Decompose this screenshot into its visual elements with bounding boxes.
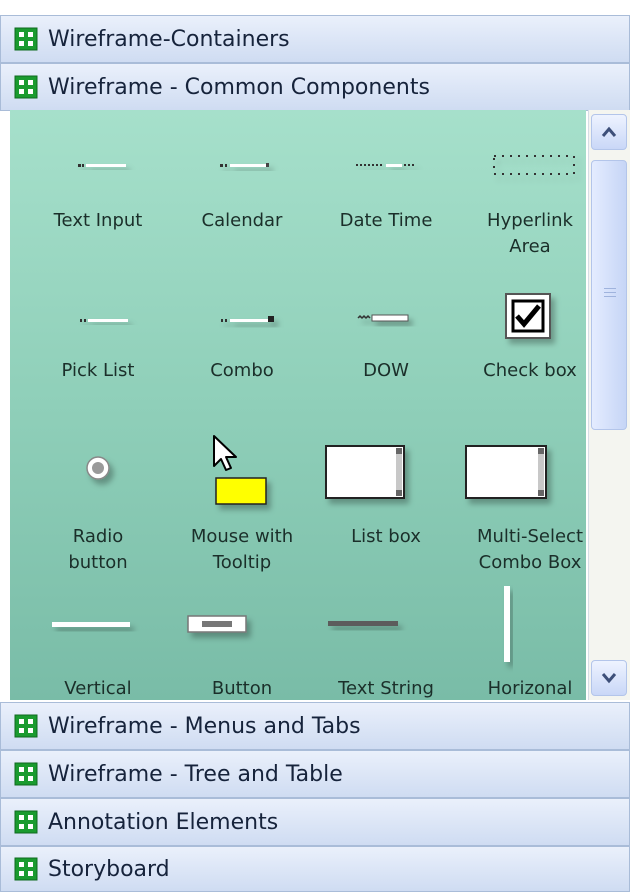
section-label: Wireframe-Containers <box>48 26 290 52</box>
stencil-grid-icon <box>14 857 38 881</box>
stencil-grid-icon <box>14 762 38 786</box>
multi-select-combo-icon <box>465 445 547 499</box>
section-label: Annotation Elements <box>48 809 279 835</box>
shape-label: Button <box>211 678 273 699</box>
shape-vertical[interactable]: Vertical <box>26 580 170 700</box>
shape-label: Text String <box>338 678 434 699</box>
scroll-down-button[interactable] <box>591 660 627 696</box>
shape-label: Hyperlink Area <box>487 210 573 257</box>
shape-label: List box <box>351 526 421 547</box>
chevron-up-icon <box>601 126 617 137</box>
shape-multi-select-combo-box[interactable]: Multi-Select Combo Box <box>458 426 586 586</box>
horizontal-line-icon <box>504 586 510 662</box>
section-wireframe-menus-and-tabs[interactable]: Wireframe - Menus and Tabs <box>0 702 630 750</box>
section-wireframe-common-components[interactable]: Wireframe - Common Components <box>0 63 630 111</box>
shape-label: Calendar <box>201 210 283 231</box>
button-icon <box>187 615 247 633</box>
scroll-up-button[interactable] <box>591 114 627 150</box>
shape-label: Pick List <box>61 360 135 381</box>
vertical-line-icon <box>52 622 130 627</box>
shape-list-box[interactable]: List box <box>314 426 458 586</box>
shape-label: Horizonal <box>487 678 573 699</box>
shape-label: Radio button <box>68 526 128 573</box>
shape-pick-list[interactable]: Pick List <box>26 278 170 438</box>
section-label: Wireframe - Common Components <box>48 74 430 100</box>
shape-label: Mouse with Tooltip <box>190 526 294 573</box>
shape-horizonal[interactable]: Horizonal <box>458 580 586 700</box>
section-label: Wireframe - Menus and Tabs <box>48 713 361 739</box>
stencil-grid-icon <box>14 27 38 51</box>
shape-label: Date Time <box>339 210 433 231</box>
vertical-scrollbar[interactable] <box>588 110 630 700</box>
shape-text-string[interactable]: Text String <box>314 580 458 700</box>
shape-text-input[interactable]: Text Input <box>26 128 170 288</box>
mouse-pointer-icon <box>213 435 237 471</box>
chevron-down-icon <box>601 673 617 684</box>
section-annotation-elements[interactable]: Annotation Elements <box>0 798 630 846</box>
shape-label: Vertical <box>64 678 132 699</box>
shape-label: Multi-Select Combo Box <box>476 526 584 573</box>
stencil-content-area: Text Input Calendar Date Time Hyperlink … <box>10 110 586 700</box>
shape-button[interactable]: Button <box>170 580 314 700</box>
shape-calendar[interactable]: Calendar <box>170 128 314 288</box>
shapes-panel: Wireframe-Containers Wireframe - Common … <box>0 0 630 892</box>
scroll-thumb[interactable] <box>591 160 627 430</box>
stencil-grid-icon <box>14 810 38 834</box>
shape-label: Combo <box>210 360 274 381</box>
shape-label: DOW <box>363 360 409 381</box>
section-label: Storyboard <box>48 856 170 882</box>
shape-combo[interactable]: Combo <box>170 278 314 438</box>
shape-mouse-with-tooltip[interactable]: Mouse with Tooltip <box>170 426 314 586</box>
mouse-tooltip-icon <box>213 435 267 505</box>
shape-radio-button[interactable]: Radio button <box>26 426 170 586</box>
radio-button-icon <box>86 456 110 480</box>
section-label: Wireframe - Tree and Table <box>48 761 343 787</box>
shape-hyperlink-area[interactable]: Hyperlink Area <box>458 128 586 288</box>
section-wireframe-containers[interactable]: Wireframe-Containers <box>0 15 630 63</box>
section-storyboard[interactable]: Storyboard <box>0 846 630 892</box>
shape-label: Text Input <box>53 210 143 231</box>
shape-date-time[interactable]: Date Time <box>314 128 458 288</box>
list-box-icon <box>325 445 405 499</box>
shape-dow[interactable]: DOW <box>314 278 458 438</box>
shape-check-box[interactable]: Check box <box>458 278 586 438</box>
section-wireframe-tree-and-table[interactable]: Wireframe - Tree and Table <box>0 750 630 798</box>
shape-label: Check box <box>483 360 577 381</box>
text-string-icon <box>328 621 398 626</box>
stencil-grid-icon <box>14 75 38 99</box>
stencil-grid-icon <box>14 714 38 738</box>
